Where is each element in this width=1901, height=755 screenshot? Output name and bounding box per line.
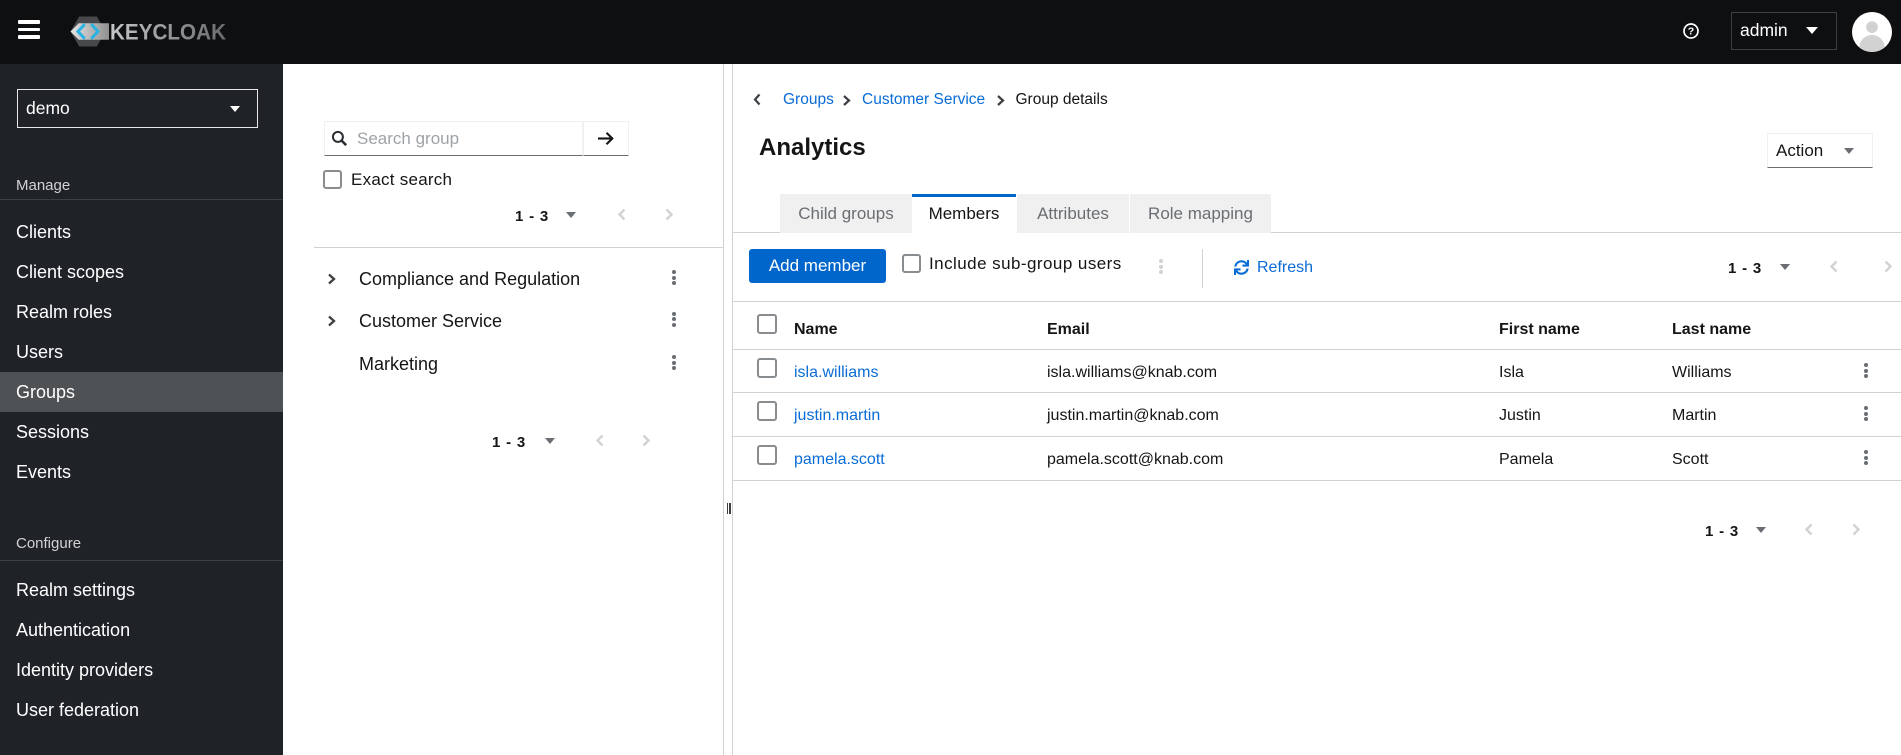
svg-text:?: ? bbox=[1688, 26, 1694, 38]
svg-text:KEYCLOAK: KEYCLOAK bbox=[110, 20, 226, 45]
